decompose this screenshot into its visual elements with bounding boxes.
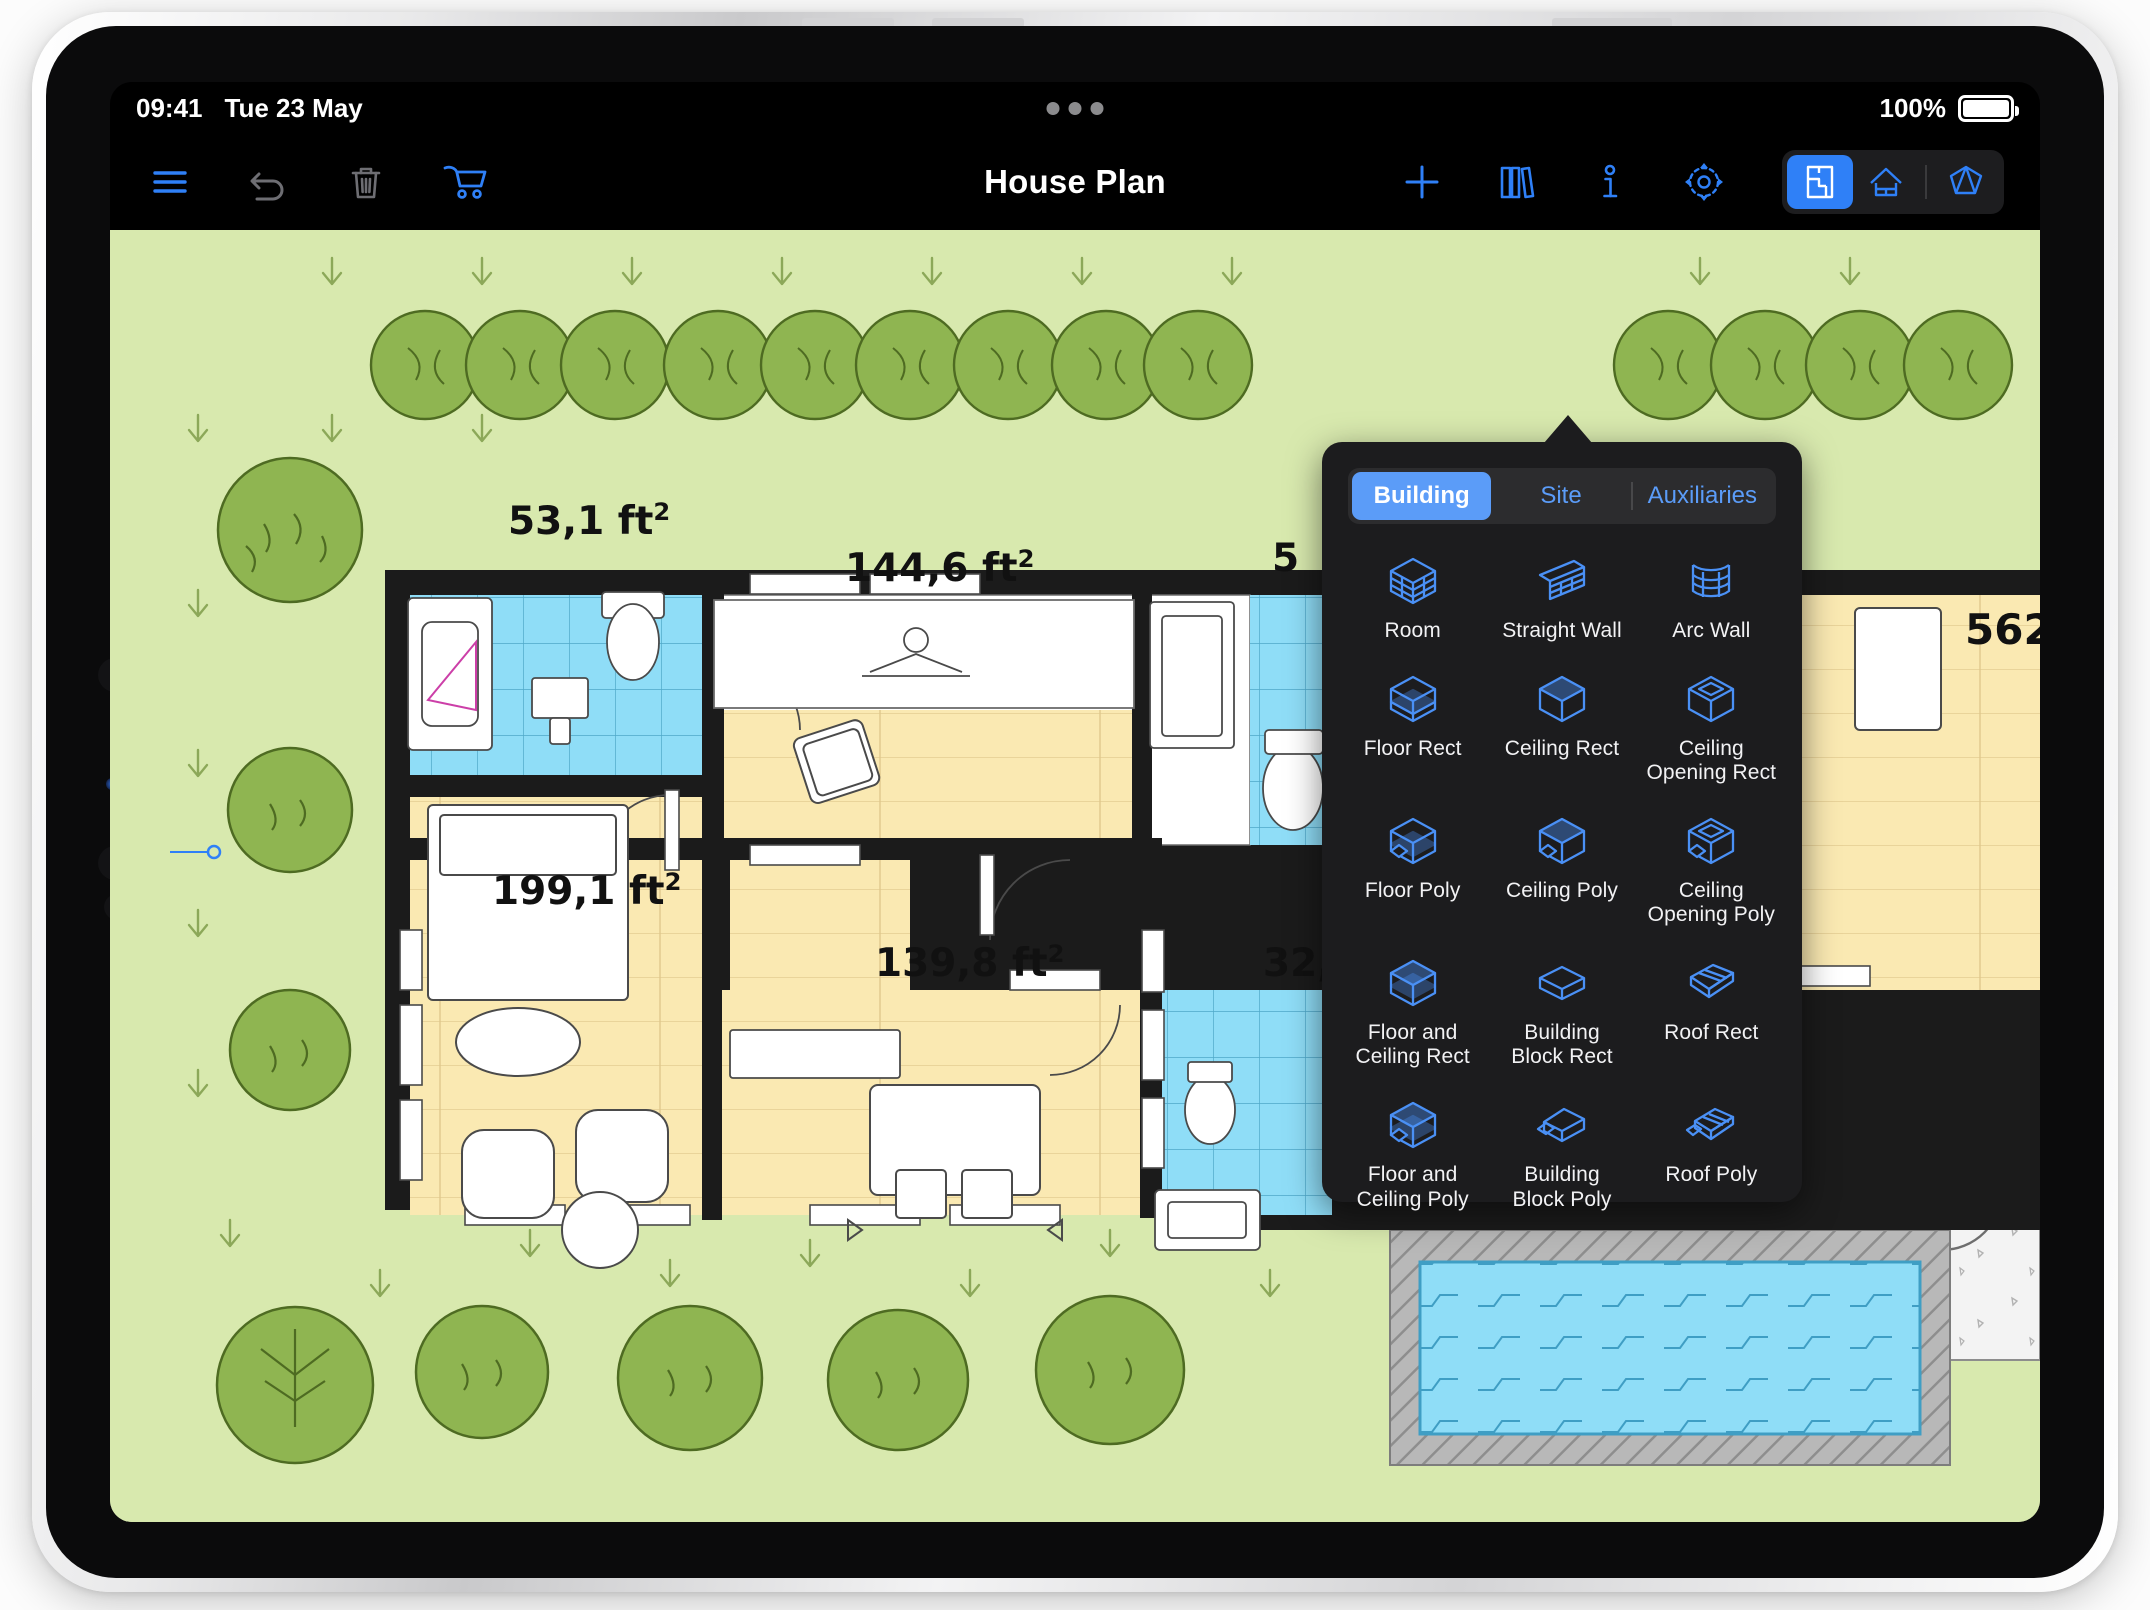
- grid-item-label: Floor Poly: [1364, 878, 1461, 902]
- grid-item-label: Arc Wall: [1672, 619, 1751, 642]
- clock-time: 09:41: [136, 92, 203, 123]
- building-block-poly-icon: [1533, 1096, 1591, 1154]
- area-label: 144,6 ft2: [845, 545, 1035, 591]
- toolbar-left-group: [146, 158, 488, 206]
- grid-item-label: Building Block Rect: [1511, 1020, 1613, 1069]
- grid-item-label: Floor and Ceiling Poly: [1356, 1162, 1469, 1211]
- menu-icon[interactable]: [146, 158, 194, 206]
- tablet-screen: 09:41 Tue 23 May 100% House Plan 53,1 ft…: [110, 82, 2040, 1522]
- area-label: 53,1 ft2: [508, 498, 671, 544]
- floor-poly-cube-icon: [1384, 812, 1442, 870]
- grid-item-roof-rect[interactable]: Roof Rect: [1637, 944, 1786, 1078]
- library-icon[interactable]: [1492, 158, 1540, 206]
- grid-item-label: Roof Poly: [1665, 1162, 1758, 1186]
- tab-site[interactable]: Site: [1491, 472, 1630, 520]
- grid-item-label: Floor and Ceiling Rect: [1355, 1020, 1470, 1069]
- view-mode-segmented-control: [1782, 150, 2004, 214]
- grid-item-label: Floor Rect: [1363, 736, 1462, 760]
- ceiling-rect-cube-icon: [1533, 670, 1591, 728]
- battery-percent-label: 100%: [1879, 92, 1947, 123]
- grid-item-building-block-poly[interactable]: Building Block Poly: [1487, 1086, 1636, 1220]
- grid-item-label: Roof Rect: [1664, 1020, 1759, 1044]
- ceiling-poly-cube-icon: [1533, 812, 1591, 870]
- grid-item-ceiling-poly[interactable]: Ceiling Poly: [1487, 802, 1636, 936]
- room-brick-cube-icon: [1384, 552, 1442, 610]
- segment-divider: [1925, 165, 1927, 199]
- status-bar: 09:41 Tue 23 May 100%: [110, 82, 2040, 134]
- area-label: 562,5 ft2: [1965, 605, 2040, 654]
- tab-building[interactable]: Building: [1352, 472, 1492, 520]
- grid-item-ceiling-opening-poly[interactable]: Ceiling Opening Poly: [1637, 802, 1786, 936]
- grid-item-room[interactable]: Room: [1338, 542, 1487, 652]
- area-label: 199,1 ft2: [492, 868, 682, 914]
- grid-item-label: Straight Wall: [1502, 619, 1622, 642]
- popover-tab-bar: Building Site Auxiliaries: [1348, 468, 1776, 524]
- building-block-rect-icon: [1533, 954, 1591, 1012]
- add-element-popover: Building Site Auxiliaries Room Straight …: [1322, 442, 1802, 1211]
- arc-wall-icon: [1682, 552, 1740, 610]
- grid-item-floor-ceiling-rect[interactable]: Floor and Ceiling Rect: [1338, 944, 1487, 1078]
- element-grid: Room Straight Wall Arc Wall Floor Rect C…: [1338, 542, 1786, 1220]
- area-label: 5: [1272, 536, 1300, 581]
- info-icon[interactable]: [1586, 158, 1634, 206]
- toolbar-right-group: [1398, 150, 2004, 214]
- battery-full-icon: [1958, 94, 2019, 122]
- roof-rect-icon: [1682, 954, 1740, 1012]
- grid-item-straight-wall[interactable]: Straight Wall: [1487, 542, 1636, 652]
- status-bar-right: 100%: [1879, 92, 2019, 124]
- grid-item-building-block-rect[interactable]: Building Block Rect: [1487, 944, 1636, 1078]
- popover-arrow: [1544, 415, 1592, 443]
- grid-item-label: Building Block Poly: [1512, 1162, 1612, 1211]
- status-bar-left: 09:41 Tue 23 May: [136, 93, 363, 124]
- floor-plan-icon[interactable]: [1787, 155, 1853, 209]
- elevation-icon[interactable]: [1853, 155, 1919, 209]
- ceiling-opening-rect-icon: [1682, 670, 1740, 728]
- grid-item-floor-ceiling-poly[interactable]: Floor and Ceiling Poly: [1338, 1086, 1487, 1220]
- straight-wall-icon: [1533, 552, 1591, 610]
- floor-ceiling-poly-icon: [1384, 1096, 1442, 1154]
- floor-plan-canvas[interactable]: 53,1 ft2 144,6 ft2 5 562,5 ft2 199,1 ft2…: [110, 230, 2040, 1522]
- grid-item-label: Room: [1384, 619, 1441, 642]
- multitask-handle[interactable]: [1046, 101, 1104, 115]
- roof-poly-icon: [1682, 1096, 1740, 1154]
- grid-item-floor-poly[interactable]: Floor Poly: [1338, 802, 1487, 936]
- clock-date: Tue 23 May: [224, 92, 363, 123]
- floor-ceiling-rect-icon: [1384, 954, 1442, 1012]
- undo-icon[interactable]: [244, 158, 292, 206]
- ceiling-opening-poly-icon: [1682, 812, 1740, 870]
- grid-item-roof-poly[interactable]: Roof Poly: [1637, 1086, 1786, 1220]
- trash-icon[interactable]: [342, 158, 390, 206]
- grid-item-ceiling-rect[interactable]: Ceiling Rect: [1487, 660, 1636, 794]
- tab-auxiliaries[interactable]: Auxiliaries: [1633, 472, 1772, 520]
- grid-item-floor-rect[interactable]: Floor Rect: [1338, 660, 1487, 794]
- plus-icon[interactable]: [1398, 158, 1446, 206]
- grid-item-label: Ceiling Opening Rect: [1646, 736, 1777, 785]
- area-label: 139,8 ft2: [875, 940, 1065, 986]
- three-dots-icon: [1046, 101, 1060, 115]
- app-toolbar: House Plan: [110, 134, 2040, 230]
- cart-icon[interactable]: [440, 158, 488, 206]
- page-title: House Plan: [984, 163, 1166, 200]
- grid-item-label: Ceiling Poly: [1505, 878, 1619, 902]
- grid-item-ceiling-opening-rect[interactable]: Ceiling Opening Rect: [1637, 660, 1786, 794]
- grid-item-arc-wall[interactable]: Arc Wall: [1637, 542, 1786, 652]
- three-d-icon[interactable]: [1933, 155, 1999, 209]
- three-dots-icon: [1068, 101, 1082, 115]
- three-dots-icon: [1090, 101, 1104, 115]
- floor-rect-cube-icon: [1384, 670, 1442, 728]
- grid-item-label: Ceiling Rect: [1504, 736, 1620, 760]
- orbit-icon[interactable]: [1680, 158, 1728, 206]
- grid-item-label: Ceiling Opening Poly: [1647, 878, 1775, 927]
